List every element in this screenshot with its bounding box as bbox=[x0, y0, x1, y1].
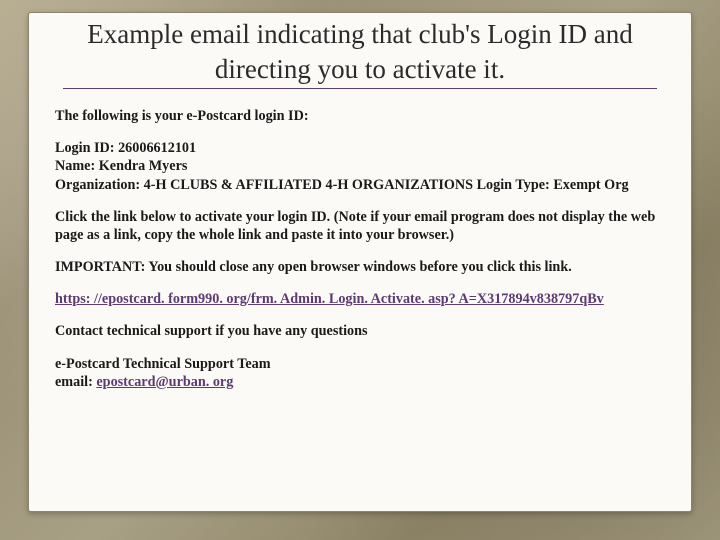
org-value: 4-H CLUBS & AFFILIATED 4-H ORGANIZATIONS bbox=[144, 177, 473, 193]
org-line: Organization: 4-H CLUBS & AFFILIATED 4-H… bbox=[55, 176, 665, 194]
login-id-value: 26006612101 bbox=[118, 140, 196, 156]
important-note: IMPORTANT: You should close any open bro… bbox=[55, 258, 665, 276]
name-line: Name: Kendra Myers bbox=[55, 157, 665, 175]
login-id-label: Login ID: bbox=[55, 140, 115, 156]
org-label: Organization: bbox=[55, 177, 140, 193]
email-card: Example email indicating that club's Log… bbox=[28, 12, 692, 512]
email-body: The following is your e-Postcard login I… bbox=[29, 99, 691, 401]
support-text: Contact technical support if you have an… bbox=[55, 322, 665, 340]
login-details: Login ID: 26006612101 Name: Kendra Myers… bbox=[55, 139, 665, 194]
title-container: Example email indicating that club's Log… bbox=[29, 13, 691, 99]
email-label: email: bbox=[55, 374, 93, 390]
signature-team: e-Postcard Technical Support Team bbox=[55, 355, 665, 373]
page-title: Example email indicating that club's Log… bbox=[63, 17, 657, 89]
support-email[interactable]: epostcard@urban. org bbox=[96, 374, 233, 390]
login-type-value: Exempt Org bbox=[553, 177, 628, 193]
signature: e-Postcard Technical Support Team email:… bbox=[55, 355, 665, 391]
signature-email-line: email: epostcard@urban. org bbox=[55, 373, 665, 391]
login-id-line: Login ID: 26006612101 bbox=[55, 139, 665, 157]
activate-instruction: Click the link below to activate your lo… bbox=[55, 208, 665, 244]
name-label: Name: bbox=[55, 158, 95, 174]
activation-link-line: https: //epostcard. form990. org/frm. Ad… bbox=[55, 290, 665, 308]
login-type-label: Login Type: bbox=[477, 177, 550, 193]
activation-link[interactable]: https: //epostcard. form990. org/frm. Ad… bbox=[55, 291, 604, 307]
name-value: Kendra Myers bbox=[99, 158, 188, 174]
intro-text: The following is your e-Postcard login I… bbox=[55, 107, 665, 125]
